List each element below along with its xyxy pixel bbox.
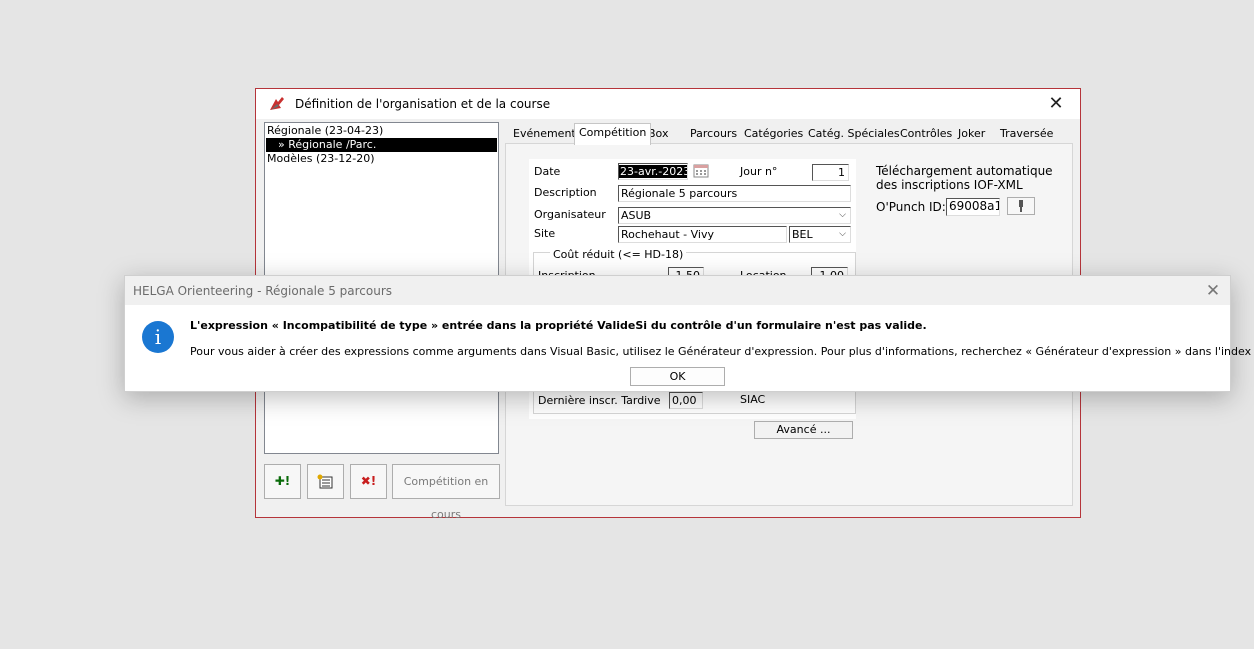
dialog-body: i L'expression « Incompatibilité de type… bbox=[125, 305, 1254, 391]
tab-traversee[interactable]: Traversée bbox=[996, 125, 1057, 143]
dialog-titlebar: HELGA Orienteering - Régionale 5 parcour… bbox=[125, 276, 1230, 305]
country-select[interactable]: BEL ⌵ bbox=[789, 226, 851, 243]
advanced-button[interactable]: Avancé ... bbox=[754, 421, 853, 439]
tab-joker[interactable]: Joker bbox=[954, 125, 989, 143]
key-button[interactable] bbox=[1007, 197, 1035, 215]
tab-parcours[interactable]: Parcours bbox=[686, 125, 741, 143]
site-field[interactable]: Rochehaut - Vivy bbox=[618, 226, 787, 243]
tab-controles[interactable]: Contrôles bbox=[896, 125, 956, 143]
error-dialog: HELGA Orienteering - Régionale 5 parcour… bbox=[124, 275, 1254, 392]
dialog-detail: Pour vous aider à créer des expressions … bbox=[190, 345, 1254, 358]
download-title: Téléchargement automatique des inscripti… bbox=[876, 164, 1053, 192]
tab-evenement[interactable]: Evénement bbox=[509, 125, 580, 143]
date-label: Date bbox=[534, 165, 561, 178]
jour-field[interactable]: 1 bbox=[812, 164, 849, 181]
calendar-icon[interactable] bbox=[693, 164, 709, 178]
organisateur-select[interactable]: ASUB ⌵ bbox=[618, 207, 851, 224]
tree-item[interactable]: Régionale (23-04-23) bbox=[267, 124, 383, 138]
description-label: Description bbox=[534, 186, 597, 199]
jour-label: Jour n° bbox=[740, 165, 778, 178]
opunch-field[interactable]: 69008a1 bbox=[946, 198, 1000, 216]
close-icon[interactable]: ✕ bbox=[1038, 92, 1074, 116]
dialog-message: L'expression « Incompatibilité de type »… bbox=[190, 319, 927, 332]
tree-item[interactable]: Modèles (23-12-20) bbox=[267, 152, 375, 166]
chevron-down-icon[interactable]: ⌵ bbox=[836, 228, 849, 241]
date-field[interactable]: 23-avr.-2023 bbox=[618, 163, 688, 180]
add-button[interactable]: ✚! bbox=[264, 464, 301, 499]
date-value: 23-avr.-2023 bbox=[619, 165, 687, 178]
window-titlebar: Définition de l'organisation et de la co… bbox=[256, 89, 1080, 119]
window-title: Définition de l'organisation et de la co… bbox=[295, 97, 551, 111]
country-value: BEL bbox=[792, 228, 813, 241]
edit-button[interactable] bbox=[307, 464, 344, 499]
competition-button[interactable]: Compétition en cours bbox=[392, 464, 500, 521]
ok-button[interactable]: OK bbox=[630, 367, 725, 386]
dialog-title: HELGA Orienteering - Régionale 5 parcour… bbox=[133, 284, 393, 298]
close-icon[interactable]: ✕ bbox=[1201, 279, 1225, 303]
site-label: Site bbox=[534, 227, 556, 240]
siac-label: SIAC bbox=[740, 393, 766, 406]
description-field[interactable]: Régionale 5 parcours bbox=[618, 185, 851, 202]
organisateur-value: ASUB bbox=[621, 209, 652, 222]
late-registration-label: Dernière inscr. Tardive bbox=[538, 394, 661, 407]
organisateur-label: Organisateur bbox=[534, 208, 606, 221]
late-registration-field[interactable]: 0,00 bbox=[669, 392, 703, 409]
tab-categ-speciales[interactable]: Catég. Spéciales bbox=[804, 125, 904, 143]
opunch-label: O'Punch ID: bbox=[876, 200, 946, 214]
info-icon: i bbox=[142, 321, 174, 353]
tab-competition[interactable]: Compétition bbox=[574, 123, 652, 145]
delete-button[interactable]: ✖! bbox=[350, 464, 387, 499]
tree-item-selected[interactable]: » Régionale /Parc. bbox=[266, 138, 497, 152]
reduced-cost-title: Coût réduit (<= HD-18) bbox=[550, 248, 687, 261]
chevron-down-icon[interactable]: ⌵ bbox=[836, 209, 849, 222]
tab-categories[interactable]: Catégories bbox=[740, 125, 807, 143]
app-icon bbox=[268, 96, 286, 112]
